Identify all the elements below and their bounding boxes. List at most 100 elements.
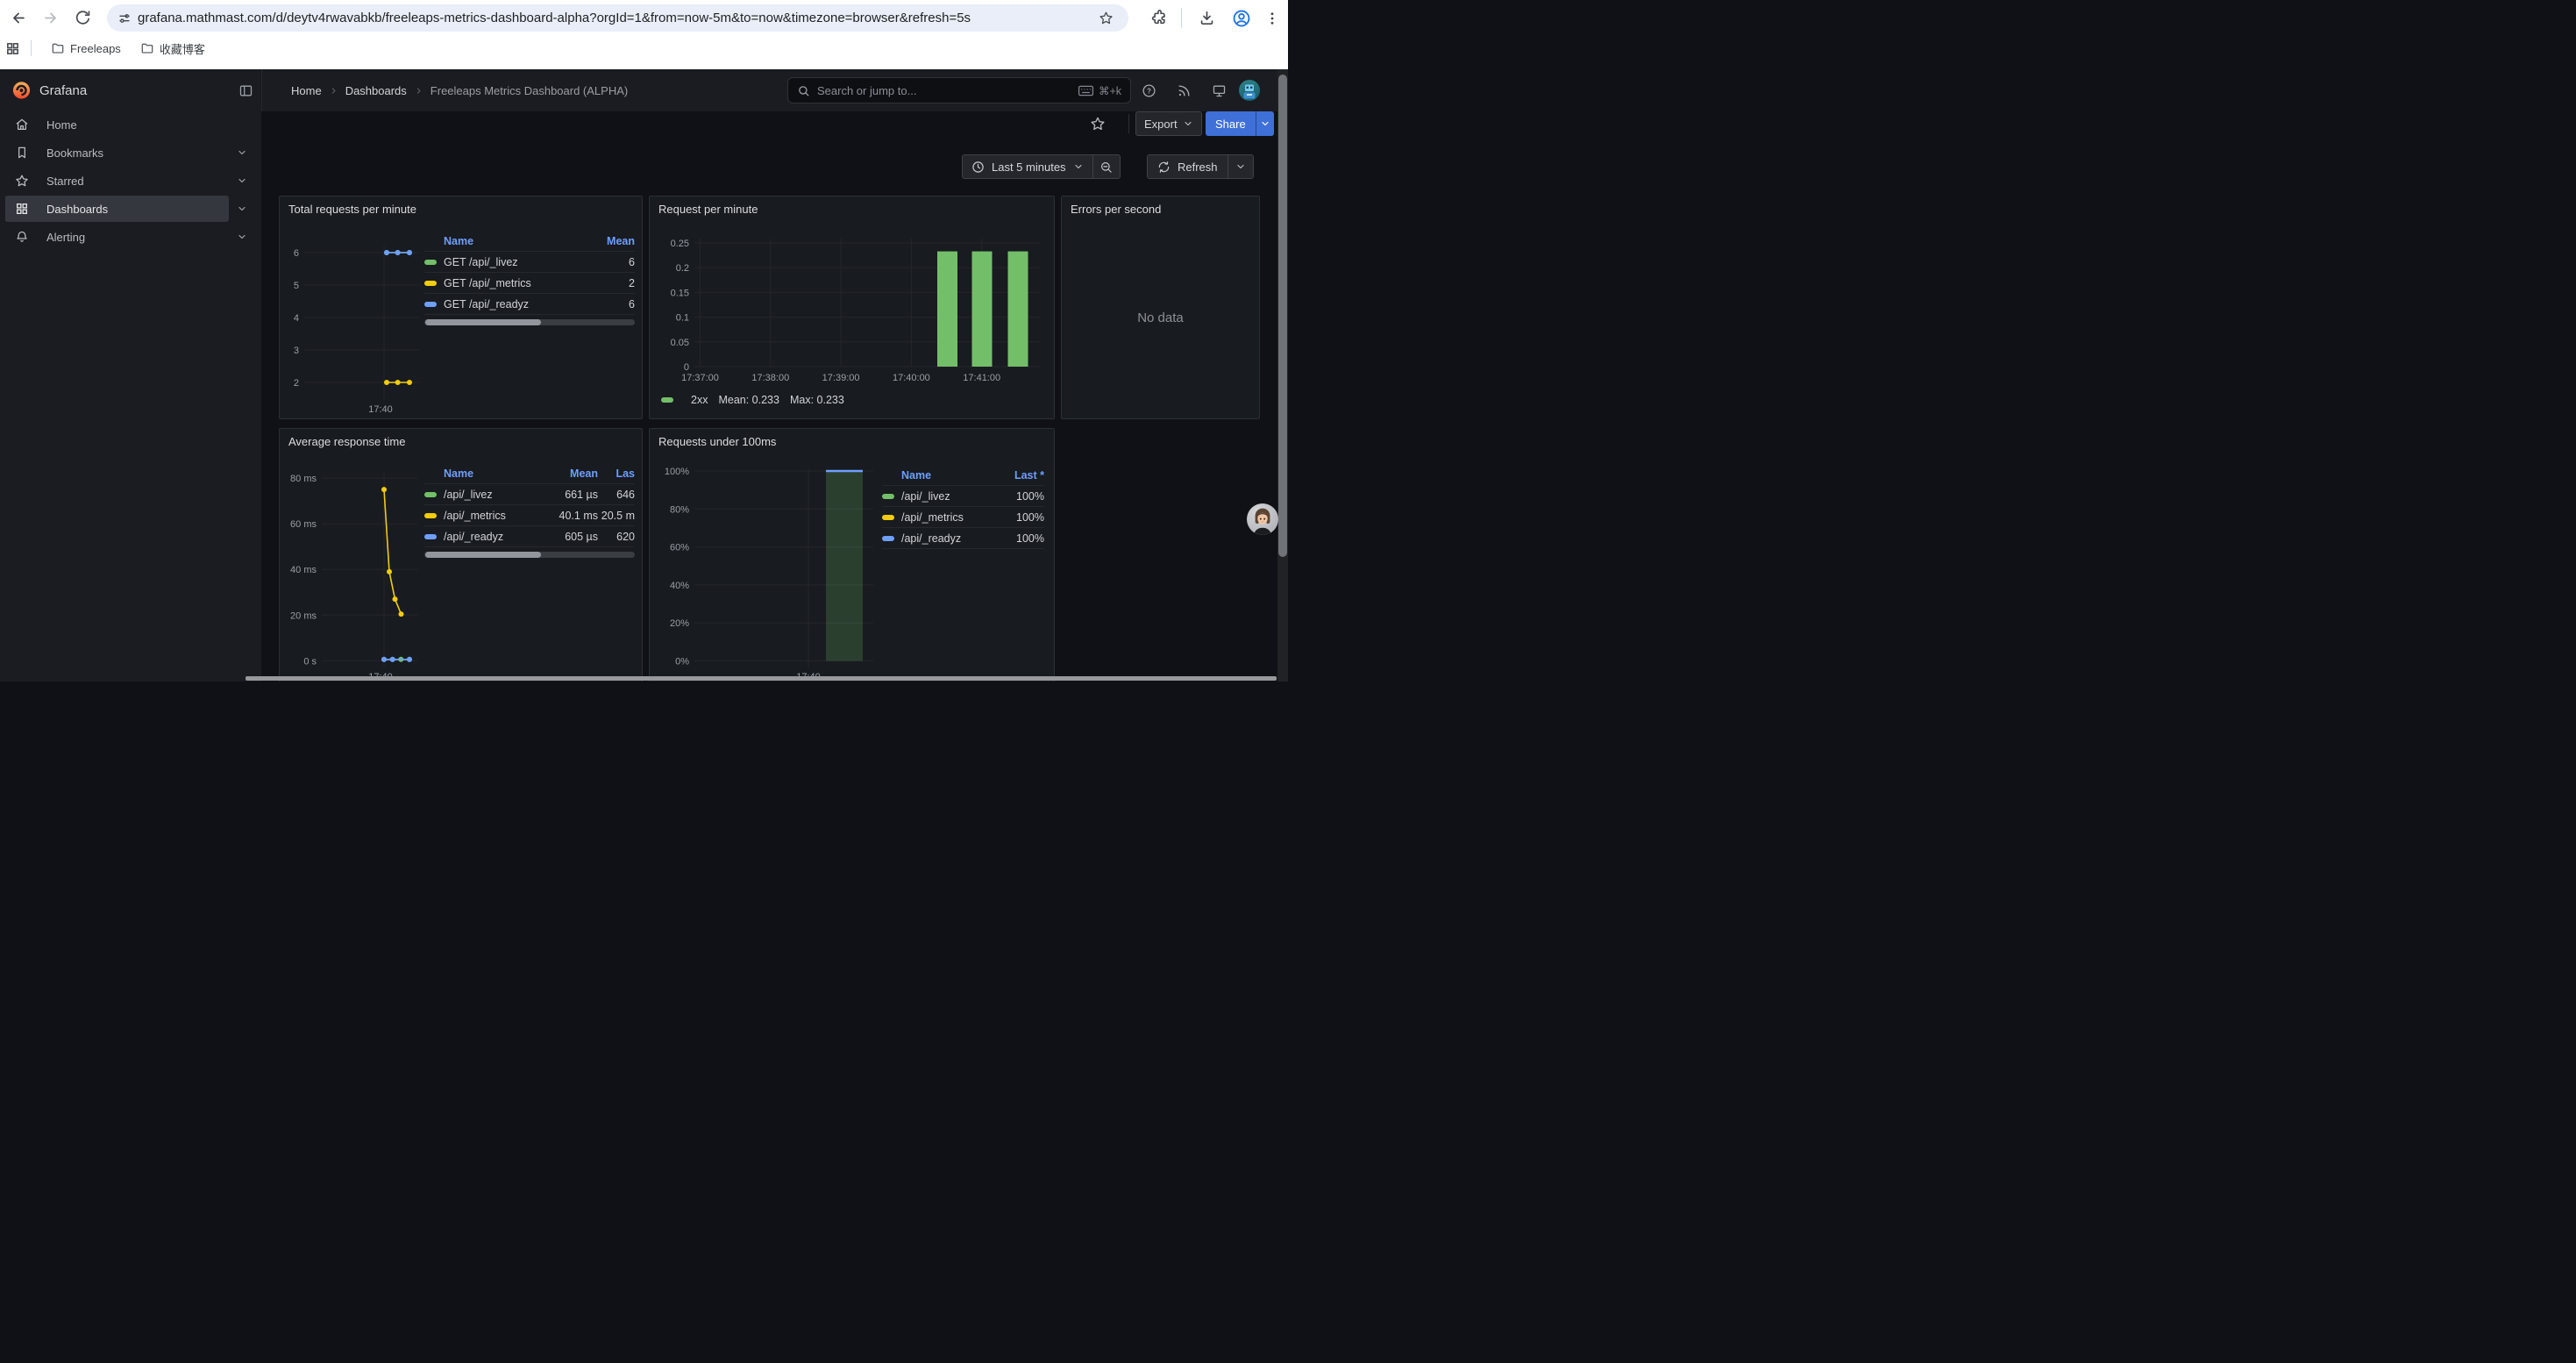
- legend-value: 100%: [999, 490, 1044, 503]
- svg-text:0 s: 0 s: [303, 656, 317, 667]
- chevron-down-icon[interactable]: [237, 175, 247, 186]
- back-icon[interactable]: [8, 7, 30, 29]
- sidebar-link-home[interactable]: Home: [5, 111, 229, 138]
- legend-item-2xx[interactable]: 2xx Mean: 0.233 Max: 0.233: [661, 394, 844, 406]
- legend-row[interactable]: /api/_readyz100%: [882, 527, 1044, 548]
- product-name[interactable]: Grafana: [39, 83, 87, 98]
- breadcrumb-item[interactable]: Home: [291, 84, 322, 97]
- apps-grid-icon[interactable]: [5, 41, 20, 56]
- legend-column-header[interactable]: Name: [424, 467, 547, 480]
- user-avatar[interactable]: [1239, 80, 1260, 101]
- legend-column-header[interactable]: Last *: [999, 469, 1044, 482]
- bookmark-folder-freeleaps[interactable]: Freeleaps: [51, 41, 121, 55]
- legend-table: NameLast * /api/_livez 100% /api/_metrics10…: [882, 466, 1044, 549]
- forward-icon[interactable]: [39, 7, 61, 29]
- news-rss-icon[interactable]: [1177, 83, 1192, 98]
- series-color-pill: [882, 515, 894, 520]
- bookmarks-bar: Freeleaps 收藏博客: [0, 36, 1288, 69]
- chevron-down-icon: [1260, 118, 1270, 129]
- monitor-icon[interactable]: [1212, 83, 1227, 98]
- series-color-pill: [424, 513, 437, 518]
- reload-icon[interactable]: [72, 7, 94, 29]
- time-range-picker[interactable]: Last 5 minutes: [963, 155, 1092, 178]
- legend-column-header[interactable]: Name: [424, 235, 589, 247]
- panel-title[interactable]: Average response time: [288, 435, 405, 448]
- request-per-minute-chart[interactable]: 0.250.20.150.10.05017:37:0017:38:0017:39…: [650, 196, 1054, 418]
- time-range-controls: Last 5 minutes: [962, 154, 1121, 179]
- browser-menu-icon[interactable]: [1261, 7, 1283, 29]
- sidebar-link-dashboards[interactable]: Dashboards: [5, 196, 229, 222]
- url-text[interactable]: grafana.mathmast.com/d/deytv4rwavabkb/fr…: [138, 11, 1067, 25]
- svg-text:20 ms: 20 ms: [290, 610, 317, 621]
- vertical-scrollbar[interactable]: [1277, 69, 1288, 682]
- series-name: GET /api/_metrics: [444, 277, 531, 289]
- svg-text:?: ?: [1147, 87, 1151, 95]
- zoom-out-button[interactable]: [1092, 154, 1120, 179]
- breadcrumb-item: Freeleaps Metrics Dashboard (ALPHA): [431, 84, 628, 97]
- site-settings-icon[interactable]: [117, 11, 132, 25]
- legend-row[interactable]: /api/_metrics40.1 ms20.5 m: [424, 504, 635, 525]
- legend-scrollbar-thumb[interactable]: [425, 552, 541, 558]
- horizontal-scrollbar-thumb[interactable]: [246, 676, 1277, 681]
- chevron-down-icon: [1183, 118, 1193, 129]
- legend-horizontal-scrollbar[interactable]: [424, 319, 635, 325]
- series-max: Max: 0.233: [790, 394, 844, 406]
- legend-value: 40.1 ms: [547, 510, 598, 522]
- panel-title[interactable]: Total requests per minute: [288, 203, 416, 216]
- svg-text:3: 3: [294, 346, 299, 356]
- export-button[interactable]: Export: [1135, 111, 1202, 136]
- mega-menu-toggle-icon[interactable]: [238, 83, 253, 98]
- legend-row[interactable]: GET /api/_livez6: [424, 251, 635, 272]
- sidebar-link-bookmarks[interactable]: Bookmarks: [5, 139, 229, 166]
- legend-row[interactable]: GET /api/_readyz6: [424, 293, 635, 314]
- chevron-down-icon[interactable]: [237, 147, 247, 158]
- legend-horizontal-scrollbar[interactable]: [424, 552, 635, 558]
- series-name: 2xx: [691, 394, 708, 406]
- url-bar[interactable]: grafana.mathmast.com/d/deytv4rwavabkb/fr…: [107, 4, 1128, 32]
- legend-header: NameMeanLas: [424, 464, 635, 483]
- panel-title[interactable]: Requests under 100ms: [658, 435, 776, 448]
- legend-column-header[interactable]: Las: [598, 467, 635, 480]
- panel-title[interactable]: Request per minute: [658, 203, 758, 216]
- sidebar-item-label: Bookmarks: [46, 146, 103, 160]
- legend-value: 6: [589, 298, 635, 310]
- floating-assistant-avatar[interactable]: [1247, 503, 1278, 535]
- sidebar-link-alerting[interactable]: Alerting: [5, 224, 229, 250]
- keyboard-icon: [1078, 84, 1094, 97]
- vertical-scrollbar-thumb[interactable]: [1278, 75, 1287, 557]
- search-shortcut: ⌘+k: [1078, 84, 1121, 97]
- extensions-icon[interactable]: [1149, 7, 1171, 29]
- series-color-pill: [424, 281, 437, 286]
- legend-value: 605 µs: [547, 531, 598, 543]
- downloads-icon[interactable]: [1196, 7, 1218, 29]
- profile-icon[interactable]: [1230, 7, 1252, 29]
- chevron-down-icon[interactable]: [237, 232, 247, 242]
- grafana-logo[interactable]: [11, 80, 32, 100]
- legend-scrollbar-thumb[interactable]: [425, 319, 541, 325]
- legend-column-header[interactable]: Mean: [589, 235, 635, 247]
- legend-row[interactable]: /api/_livez 100%: [882, 485, 1044, 506]
- help-icon[interactable]: ?: [1142, 83, 1156, 98]
- bookmark-star-icon[interactable]: [1099, 11, 1114, 25]
- chevron-down-icon[interactable]: [237, 203, 247, 214]
- share-main-button[interactable]: Share: [1206, 118, 1256, 131]
- legend-row[interactable]: /api/_metrics100%: [882, 506, 1044, 527]
- svg-text:6: 6: [294, 248, 299, 259]
- legend-column-header[interactable]: Mean: [547, 467, 598, 480]
- legend-row[interactable]: /api/_livez661 µs646: [424, 483, 635, 504]
- sidebar-link-starred[interactable]: Starred: [5, 168, 229, 194]
- search-input[interactable]: Search or jump to... ⌘+k: [787, 77, 1131, 103]
- favorite-star-icon[interactable]: [1090, 116, 1106, 132]
- refresh-button[interactable]: Refresh: [1148, 155, 1228, 178]
- breadcrumb-item[interactable]: Dashboards: [345, 84, 407, 97]
- share-dropdown-button[interactable]: [1256, 111, 1274, 136]
- legend-row[interactable]: /api/_readyz605 µs620: [424, 525, 635, 546]
- bookmark-folder-blogs[interactable]: 收藏博客: [140, 40, 205, 57]
- panel-title[interactable]: Errors per second: [1071, 203, 1161, 216]
- home-icon: [15, 118, 29, 132]
- series-color-pill: [424, 534, 437, 539]
- legend-column-header[interactable]: Name: [882, 469, 999, 482]
- refresh-interval-dropdown[interactable]: [1228, 154, 1253, 179]
- legend-row[interactable]: GET /api/_metrics2: [424, 272, 635, 293]
- series-name: /api/_livez: [901, 490, 950, 503]
